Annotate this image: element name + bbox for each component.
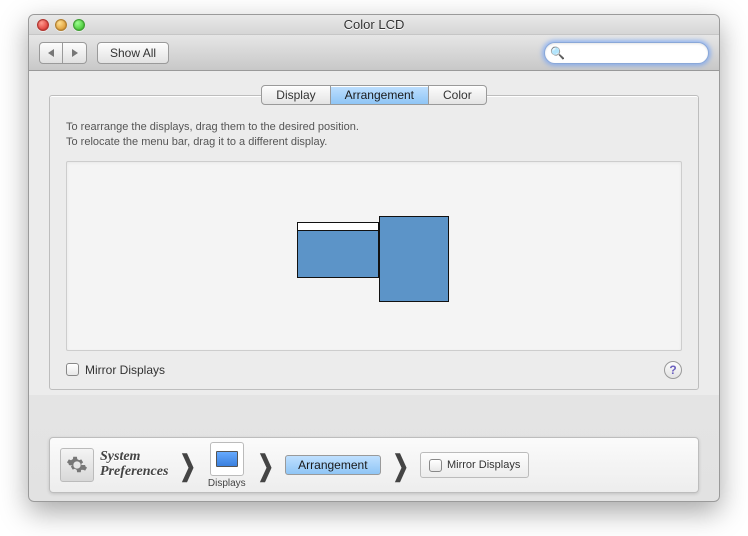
chevron-icon: ❯ [256,449,275,482]
arrangement-panel: To rearrange the displays, drag them to … [49,95,699,390]
tab-arrangement[interactable]: Arrangement [331,85,429,105]
window-title: Color LCD [29,17,719,32]
preferences-window: Color LCD Show All 🔍 Display Arrangement… [28,14,720,502]
tab-color[interactable]: Color [429,85,487,105]
help-button[interactable]: ? [664,361,682,379]
search-wrapper: 🔍 [544,42,709,64]
mirror-displays-checkbox[interactable]: Mirror Displays [66,363,165,377]
display-primary[interactable] [297,222,379,278]
toolbar: Show All 🔍 [29,35,719,71]
chevron-icon: ❯ [179,449,198,482]
gear-icon [66,454,88,476]
system-preferences-icon [60,448,94,482]
titlebar: Color LCD [29,15,719,35]
forward-arrow-icon [72,49,78,57]
breadcrumb-mirror-checkbox[interactable]: Mirror Displays [420,452,529,478]
instruction-line-2: To relocate the menu bar, drag it to a d… [66,135,682,150]
breadcrumb-displays[interactable]: Displays [208,442,246,489]
panel-footer: Mirror Displays ? [66,361,682,379]
search-icon: 🔍 [550,46,565,60]
forward-button[interactable] [63,42,87,64]
checkbox-box-icon [429,459,442,472]
search-input[interactable] [544,42,709,64]
back-button[interactable] [39,42,63,64]
tab-display[interactable]: Display [261,85,330,105]
show-all-button[interactable]: Show All [97,42,169,64]
breadcrumb-arrangement-tab[interactable]: Arrangement [285,455,380,475]
content-area: Display Arrangement Color To rearrange t… [29,71,719,395]
mirror-displays-label: Mirror Displays [85,363,165,377]
chevron-icon: ❯ [391,449,410,482]
monitor-icon [216,451,238,467]
breadcrumb-sys-label: System Preferences [100,450,168,479]
checkbox-box-icon [66,363,79,376]
breadcrumb-strip: System Preferences ❯ Displays ❯ Arrangem… [49,437,699,493]
display-secondary[interactable] [379,216,449,302]
menu-bar-indicator[interactable] [298,223,378,231]
breadcrumb-system-preferences[interactable]: System Preferences [60,448,168,482]
tab-bar: Display Arrangement Color [49,85,699,105]
instructions: To rearrange the displays, drag them to … [66,120,682,151]
nav-back-forward [39,42,87,64]
instruction-line-1: To rearrange the displays, drag them to … [66,120,682,135]
displays-icon [210,442,244,476]
back-arrow-icon [48,49,54,57]
display-arrangement-area[interactable] [66,161,682,351]
